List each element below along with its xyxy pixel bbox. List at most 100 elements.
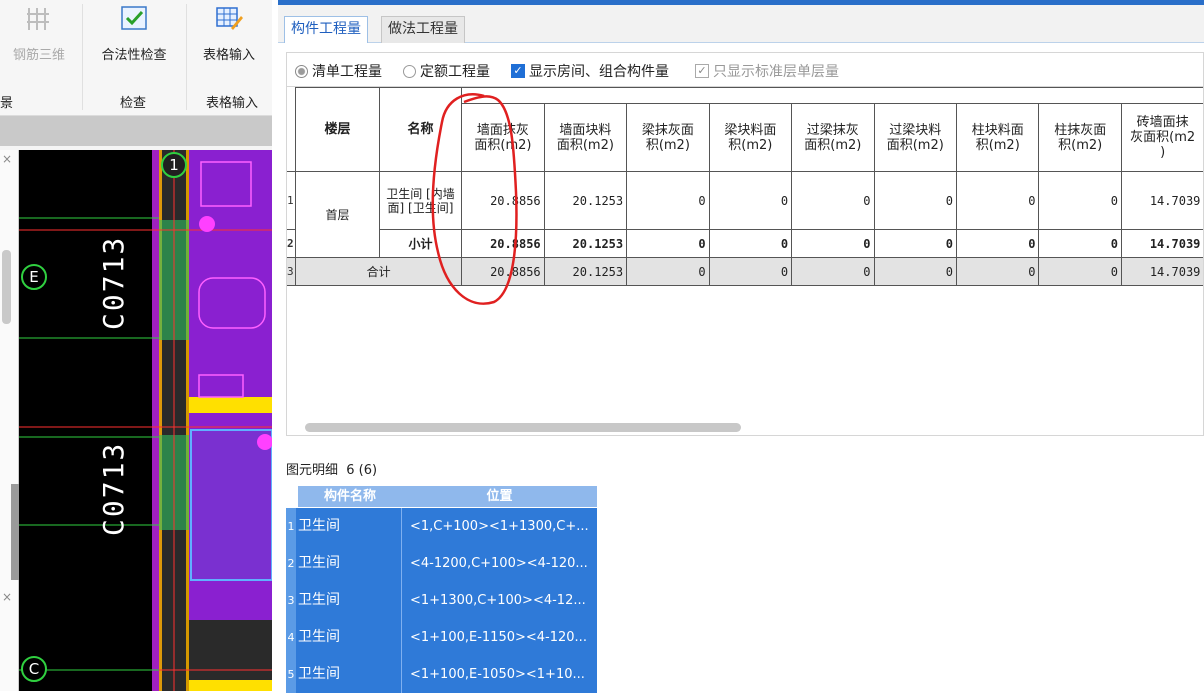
floor-cell: 首层 — [296, 172, 380, 258]
quantity-cell[interactable]: 20.8856 — [462, 258, 544, 286]
quantity-cell[interactable]: 0 — [627, 172, 709, 230]
table-row[interactable]: 1首层卫生间 [内墙面] [卫生间]20.885620.125300000014… — [287, 172, 1204, 230]
col-header-text: 面积(m2) — [794, 138, 871, 153]
axis-label-e: E — [21, 264, 47, 290]
radio-icon — [403, 65, 416, 78]
quantity-cell[interactable]: 14.7039 — [1121, 172, 1203, 230]
row-number: 2 — [287, 230, 296, 258]
col-header-text: 柱块料面 — [959, 123, 1036, 138]
rebar-3d-button[interactable]: 钢筋三维 — [6, 4, 72, 63]
row-number: 2 — [286, 545, 296, 582]
col-header-text: 梁抹灰面 — [629, 123, 706, 138]
header-group-row: 楼层 名称 工程 — [287, 88, 1204, 104]
quantity-cell[interactable]: 0 — [957, 258, 1039, 286]
table-input-button[interactable]: 表格输入 — [194, 4, 264, 63]
detail-title-text: 图元明细 — [286, 463, 338, 478]
col-header-text: 过梁抹灰 — [794, 123, 871, 138]
table-input-label: 表格输入 — [203, 48, 255, 63]
quantity-grid[interactable]: 楼层 名称 工程 墙面抹灰面积(m2)墙面块料面积(m2)梁抹灰面积(m2)梁块… — [286, 86, 1204, 436]
quantity-cell[interactable]: 20.8856 — [462, 172, 544, 230]
quantity-cell[interactable]: 20.1253 — [544, 230, 626, 258]
side-panel-strip: × × — [0, 150, 19, 691]
rebar-3d-icon — [25, 4, 53, 32]
cad-drawing-canvas[interactable]: 1 E C C0713 C0713 — [19, 150, 272, 691]
col-component-name[interactable]: 构件名称 — [298, 486, 402, 507]
quantity-cell[interactable]: 0 — [874, 258, 956, 286]
row-number: 3 — [286, 582, 296, 619]
list-item[interactable]: 2卫生间<4-1200,C+100><4-120... — [286, 545, 597, 582]
window-label: C0713 — [97, 466, 127, 536]
col-position[interactable]: 位置 — [402, 486, 597, 507]
quantity-cell[interactable]: 20.1253 — [544, 172, 626, 230]
list-item[interactable]: 5卫生间<1+100,E-1050><1+10... — [286, 656, 597, 693]
quantity-cell[interactable]: 0 — [1039, 172, 1121, 230]
radio-selected-icon — [295, 65, 308, 78]
rebar-3d-label: 钢筋三维 — [13, 48, 65, 63]
ribbon-separator — [82, 4, 83, 110]
col-header-text: 梁块料面 — [712, 123, 789, 138]
quantity-cell[interactable]: 14.7039 — [1121, 258, 1203, 286]
ribbon-group-table-input: 表格输入 — [206, 92, 258, 111]
quantity-cell[interactable]: 0 — [709, 258, 791, 286]
position-cell: <1+100,E-1050><1+10... — [410, 656, 597, 693]
radio-bill-label: 清单工程量 — [312, 61, 382, 81]
col-header-text: 积(m2) — [1041, 138, 1118, 153]
tab-bar: 构件工程量 做法工程量 — [278, 5, 1204, 43]
quantity-cell[interactable]: 0 — [957, 172, 1039, 230]
quantity-cell[interactable]: 20.8856 — [462, 230, 544, 258]
checkbox-show-rooms[interactable]: ✓ 显示房间、组合构件量 — [511, 61, 669, 81]
list-item[interactable]: 4卫生间<1+100,E-1150><4-120... — [286, 619, 597, 656]
detail-count: 6 (6) — [346, 463, 377, 478]
table-row[interactable]: 2小计20.885620.125300000014.70396.18 — [287, 230, 1204, 258]
quantity-cell[interactable]: 0 — [1039, 258, 1121, 286]
position-cell: <1,C+100><1+1300,C+... — [410, 508, 597, 545]
close-icon[interactable]: × — [2, 590, 12, 604]
quantity-cell[interactable]: 0 — [792, 258, 874, 286]
validity-check-button[interactable]: 合法性检查 — [92, 4, 176, 63]
tab-method-quantity[interactable]: 做法工程量 — [381, 16, 465, 43]
quantity-cell[interactable]: 0 — [874, 172, 956, 230]
horizontal-scrollbar[interactable] — [305, 423, 741, 432]
quantity-cell[interactable]: 20.1253 — [544, 258, 626, 286]
col-quantity-header: 墙面块料面积(m2) — [544, 104, 626, 172]
quantity-cell[interactable]: 0 — [957, 230, 1039, 258]
col-quantity-header: 梁块料面积(m2) — [709, 104, 791, 172]
row-number: 5 — [286, 656, 296, 693]
left-pane: 钢筋三维 合法性检查 表格输入 景 检查 表格输入 × × — [0, 0, 272, 691]
radio-quota-quantity[interactable]: 定额工程量 — [403, 61, 490, 81]
col-header-text: 砖墙面抹 — [1124, 115, 1201, 130]
col-header-text: 积(m2) — [629, 138, 706, 153]
col-floor: 楼层 — [296, 88, 380, 172]
component-name-cell: 卫生间 — [298, 656, 402, 693]
quantity-cell[interactable]: 0 — [709, 172, 791, 230]
tab-component-quantity[interactable]: 构件工程量 — [284, 16, 368, 43]
quantity-cell[interactable]: 0 — [874, 230, 956, 258]
component-name-cell: 卫生间 — [298, 545, 402, 582]
quantity-cell[interactable]: 0 — [792, 230, 874, 258]
component-name-cell: 卫生间 — [298, 582, 402, 619]
list-item[interactable]: 3卫生间<1+1300,C+100><4-12... — [286, 582, 597, 619]
table-row[interactable]: 3合计20.885620.125300000014.70396.18 — [287, 258, 1204, 286]
col-header-text: 面积(m2) — [877, 138, 954, 153]
close-icon[interactable]: × — [2, 152, 12, 166]
col-name: 名称 — [379, 88, 461, 172]
col-header-text: 面积(m2) — [547, 138, 624, 153]
table-edit-icon — [215, 4, 243, 32]
col-quantity-header: 梁抹灰面积(m2) — [627, 104, 709, 172]
quantity-cell[interactable]: 0 — [627, 258, 709, 286]
checkbox-checked-icon: ✓ — [511, 64, 525, 78]
quantity-cell[interactable]: 14.7039 — [1121, 230, 1203, 258]
position-cell: <4-1200,C+100><4-120... — [410, 545, 597, 582]
radio-bill-quantity[interactable]: 清单工程量 — [295, 61, 382, 81]
quantity-cell[interactable]: 0 — [709, 230, 791, 258]
list-item[interactable]: 1卫生间<1,C+100><1+1300,C+... — [286, 508, 597, 545]
quantity-cell[interactable]: 0 — [1039, 230, 1121, 258]
axis-label-1: 1 — [161, 152, 187, 178]
col-header-text: 积(m2) — [712, 138, 789, 153]
row-number: 3 — [287, 258, 296, 286]
scrollbar-thumb[interactable] — [2, 250, 11, 324]
quantity-cell[interactable]: 0 — [792, 172, 874, 230]
splitter-handle[interactable] — [11, 484, 19, 580]
checkbox-standard-floor: ✓ 只显示标准层单层量 — [695, 61, 839, 81]
quantity-cell[interactable]: 0 — [627, 230, 709, 258]
